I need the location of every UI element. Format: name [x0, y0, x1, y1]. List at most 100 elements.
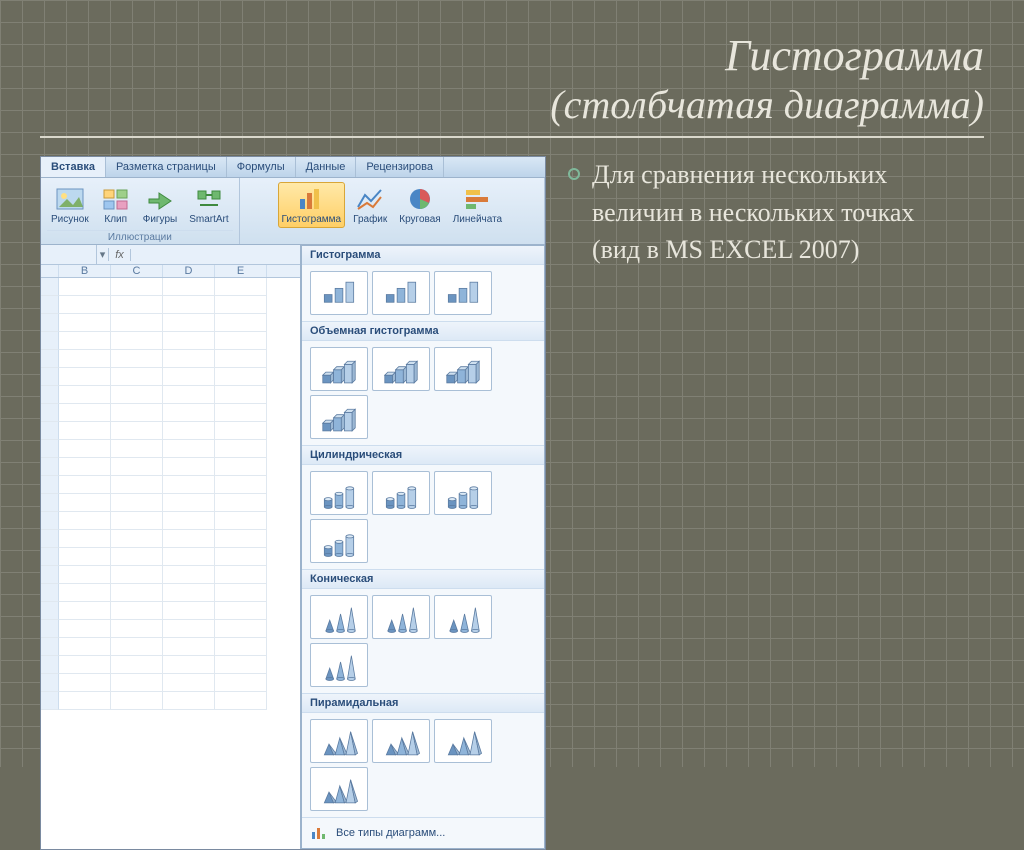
cell[interactable]: [111, 458, 163, 476]
tab-page-layout[interactable]: Разметка страницы: [106, 157, 227, 177]
clip-button[interactable]: Клип: [97, 182, 135, 228]
cell[interactable]: [111, 674, 163, 692]
cell[interactable]: [111, 584, 163, 602]
chart-type-thumb[interactable]: [310, 471, 368, 515]
row-header[interactable]: [41, 656, 59, 674]
cell[interactable]: [163, 386, 215, 404]
cell[interactable]: [59, 602, 111, 620]
row-header[interactable]: [41, 566, 59, 584]
chart-type-thumb[interactable]: [310, 767, 368, 811]
cell[interactable]: [163, 602, 215, 620]
shapes-button[interactable]: Фигуры: [139, 182, 181, 228]
row-header[interactable]: [41, 368, 59, 386]
cell[interactable]: [215, 332, 267, 350]
cell[interactable]: [111, 656, 163, 674]
cell[interactable]: [215, 548, 267, 566]
cell[interactable]: [215, 692, 267, 710]
cell[interactable]: [59, 476, 111, 494]
cell[interactable]: [59, 674, 111, 692]
cell[interactable]: [59, 548, 111, 566]
chart-type-thumb[interactable]: [434, 347, 492, 391]
name-box[interactable]: [41, 245, 97, 264]
cell[interactable]: [163, 494, 215, 512]
cell[interactable]: [59, 512, 111, 530]
cell[interactable]: [163, 350, 215, 368]
cell[interactable]: [163, 584, 215, 602]
cell[interactable]: [163, 548, 215, 566]
cell[interactable]: [215, 512, 267, 530]
row-header[interactable]: [41, 512, 59, 530]
chart-type-thumb[interactable]: [310, 271, 368, 315]
pie-chart-button[interactable]: Круговая: [395, 182, 444, 228]
cell[interactable]: [163, 638, 215, 656]
cell[interactable]: [163, 674, 215, 692]
cell[interactable]: [111, 296, 163, 314]
row-header[interactable]: [41, 476, 59, 494]
row-header[interactable]: [41, 332, 59, 350]
cell[interactable]: [215, 350, 267, 368]
row-header[interactable]: [41, 404, 59, 422]
col-header[interactable]: D: [163, 265, 215, 277]
cell[interactable]: [111, 512, 163, 530]
cell[interactable]: [59, 656, 111, 674]
cell[interactable]: [163, 512, 215, 530]
cell[interactable]: [111, 386, 163, 404]
row-header[interactable]: [41, 422, 59, 440]
row-header[interactable]: [41, 458, 59, 476]
cell[interactable]: [111, 548, 163, 566]
tab-insert[interactable]: Вставка: [41, 157, 106, 177]
chart-type-thumb[interactable]: [372, 271, 430, 315]
chart-type-thumb[interactable]: [372, 471, 430, 515]
chart-type-thumb[interactable]: [310, 719, 368, 763]
chart-type-thumb[interactable]: [310, 347, 368, 391]
cell[interactable]: [163, 440, 215, 458]
chart-type-thumb[interactable]: [434, 471, 492, 515]
row-header[interactable]: [41, 584, 59, 602]
row-header[interactable]: [41, 530, 59, 548]
cell[interactable]: [215, 530, 267, 548]
cell[interactable]: [215, 314, 267, 332]
row-header[interactable]: [41, 602, 59, 620]
column-chart-button[interactable]: Гистограмма: [278, 182, 346, 228]
cell[interactable]: [59, 458, 111, 476]
cell[interactable]: [163, 314, 215, 332]
cell[interactable]: [59, 404, 111, 422]
cell[interactable]: [215, 476, 267, 494]
cell[interactable]: [215, 458, 267, 476]
row-header[interactable]: [41, 440, 59, 458]
cell[interactable]: [59, 494, 111, 512]
cell[interactable]: [111, 530, 163, 548]
chart-type-thumb[interactable]: [434, 595, 492, 639]
row-header[interactable]: [41, 674, 59, 692]
cell[interactable]: [111, 494, 163, 512]
cell[interactable]: [215, 674, 267, 692]
chart-type-thumb[interactable]: [310, 519, 368, 563]
chart-type-thumb[interactable]: [310, 395, 368, 439]
cell[interactable]: [59, 584, 111, 602]
select-all-corner[interactable]: [41, 265, 59, 277]
cell[interactable]: [215, 584, 267, 602]
cell[interactable]: [59, 422, 111, 440]
chart-type-thumb[interactable]: [372, 719, 430, 763]
cell[interactable]: [59, 386, 111, 404]
cell[interactable]: [215, 278, 267, 296]
cell[interactable]: [59, 350, 111, 368]
cell[interactable]: [111, 404, 163, 422]
col-header[interactable]: B: [59, 265, 111, 277]
row-header[interactable]: [41, 638, 59, 656]
cell[interactable]: [111, 638, 163, 656]
name-box-dropdown[interactable]: ▾: [97, 248, 109, 261]
fx-button[interactable]: fx: [109, 249, 131, 261]
cell[interactable]: [111, 332, 163, 350]
row-header[interactable]: [41, 278, 59, 296]
tab-formulas[interactable]: Формулы: [227, 157, 296, 177]
cell[interactable]: [59, 314, 111, 332]
cell[interactable]: [163, 404, 215, 422]
cell[interactable]: [215, 566, 267, 584]
cell[interactable]: [111, 350, 163, 368]
smartart-button[interactable]: SmartArt: [185, 182, 232, 228]
cell[interactable]: [163, 458, 215, 476]
cell[interactable]: [111, 620, 163, 638]
cell[interactable]: [59, 296, 111, 314]
cell[interactable]: [163, 620, 215, 638]
